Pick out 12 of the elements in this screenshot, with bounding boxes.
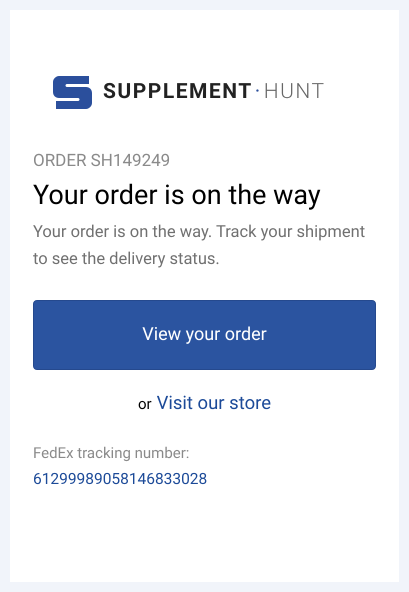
store-link[interactable]: Visit our store <box>156 390 272 418</box>
logo-icon <box>53 76 92 109</box>
heading: Your order is on the way <box>33 178 322 212</box>
order-number: ORDER SH149249 <box>33 150 172 173</box>
tracking-label: FedEx tracking number: <box>33 443 190 464</box>
message-text: Your order is on the way. Track your shipment to see the delivery status. <box>33 222 366 270</box>
tracking-number-link[interactable]: 61299989058146833028 <box>33 468 376 491</box>
brand-name: SUPPLEMENT <box>103 78 253 106</box>
brand-separator: · <box>254 78 262 106</box>
brand-name: HUNT <box>264 78 326 106</box>
or-text: or <box>138 394 152 414</box>
view-order-button[interactable]: View your order <box>33 300 376 370</box>
